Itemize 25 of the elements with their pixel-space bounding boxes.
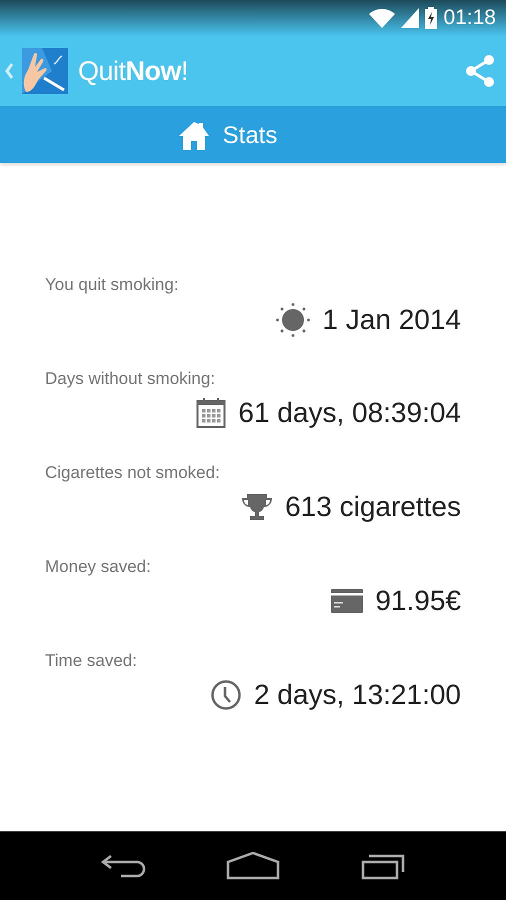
stat-label: Money saved: xyxy=(45,557,151,577)
signal-icon xyxy=(401,8,420,28)
stat-value: 613 cigarettes xyxy=(285,491,461,523)
stat-value: 61 days, 08:39:04 xyxy=(238,397,461,429)
home-icon[interactable] xyxy=(226,852,280,880)
app-title: QuitNow! xyxy=(78,56,190,86)
calendar-icon xyxy=(196,397,226,429)
home-icon xyxy=(178,122,209,150)
stat-value: 1 Jan 2014 xyxy=(322,304,461,336)
stat-label: Time saved: xyxy=(45,651,137,671)
stat-label: You quit smoking: xyxy=(45,275,179,295)
battery-icon xyxy=(425,7,438,29)
stat-value: 2 days, 13:21:00 xyxy=(254,679,461,711)
back-icon[interactable] xyxy=(99,852,148,880)
stat-value: 91.95€ xyxy=(375,585,461,617)
card-icon xyxy=(331,589,364,613)
trophy-icon xyxy=(241,491,274,523)
status-time: 01:18 xyxy=(443,6,496,30)
stat-label: Days without smoking: xyxy=(45,369,216,389)
stat-label: Cigarettes not smoked: xyxy=(45,463,220,483)
clock-icon xyxy=(210,679,242,711)
sun-icon xyxy=(276,303,310,337)
app-logo[interactable] xyxy=(20,48,68,94)
wifi-icon xyxy=(369,8,396,28)
stats-tab[interactable]: Stats xyxy=(178,122,278,150)
